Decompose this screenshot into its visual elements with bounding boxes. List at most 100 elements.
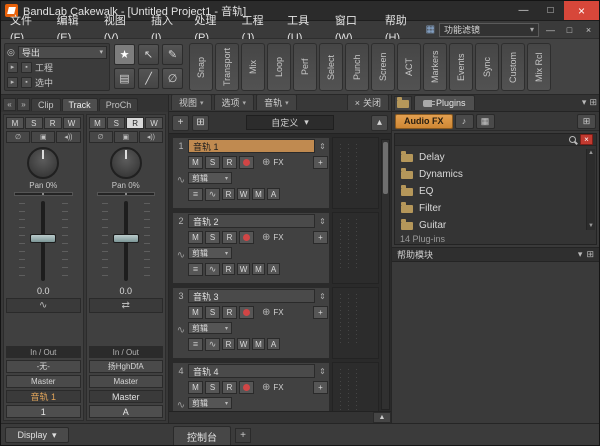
output-selector[interactable]: Master bbox=[6, 375, 81, 388]
preset-dropdown[interactable]: 自定义▾ bbox=[246, 115, 334, 130]
plugin-folder[interactable]: Filter bbox=[401, 200, 584, 217]
output-selector[interactable]: Master bbox=[89, 375, 164, 388]
module-select[interactable]: Select bbox=[319, 43, 343, 91]
pan-knob[interactable] bbox=[110, 147, 142, 179]
export-project-icon[interactable]: ▸ bbox=[7, 62, 18, 73]
fx-rack[interactable]: ⊕FX bbox=[262, 232, 284, 243]
split-tool-icon[interactable]: ╱ bbox=[138, 68, 159, 89]
envelope-icon[interactable]: ∿ bbox=[205, 338, 220, 351]
automation-m-button[interactable]: M bbox=[252, 338, 265, 350]
fx-rack[interactable]: ⊕FX bbox=[262, 307, 284, 318]
input-gain-icon[interactable]: ≡ bbox=[188, 188, 203, 201]
tab-track[interactable]: Track bbox=[62, 98, 98, 111]
mute-button[interactable]: M bbox=[188, 306, 203, 319]
solo-button[interactable]: S bbox=[107, 117, 125, 129]
mute-button[interactable]: M bbox=[188, 156, 203, 169]
automation-m-button[interactable]: M bbox=[252, 263, 265, 275]
arm-button[interactable]: R bbox=[222, 306, 237, 319]
arm-button[interactable]: R bbox=[222, 156, 237, 169]
module-events[interactable]: Events bbox=[449, 43, 473, 91]
automation-write-button[interactable]: W bbox=[237, 188, 250, 200]
search-icon[interactable] bbox=[569, 136, 576, 143]
phase-icon[interactable]: ∅ bbox=[6, 131, 30, 143]
clip-dropdown[interactable]: 剪辑▾ bbox=[188, 397, 232, 409]
add-fx-button[interactable]: + bbox=[313, 156, 328, 169]
restore-icon[interactable]: □ bbox=[537, 1, 564, 20]
arm-button[interactable]: R bbox=[222, 381, 237, 394]
automation-write-button[interactable]: W bbox=[237, 338, 250, 350]
add-view-tab-button[interactable]: + bbox=[235, 428, 251, 443]
module-loop[interactable]: Loop bbox=[267, 43, 291, 91]
interleave-icon[interactable]: ▣ bbox=[114, 131, 138, 143]
solo-button[interactable]: S bbox=[205, 306, 220, 319]
help-expand-icon[interactable]: ⊞ bbox=[586, 249, 594, 260]
track-name[interactable]: 音轨 1 bbox=[188, 139, 315, 153]
add-fx-button[interactable]: + bbox=[313, 381, 328, 394]
tree-scrollbar[interactable]: ▲ ▼ bbox=[586, 149, 595, 230]
export-selection-icon[interactable]: ▪ bbox=[21, 77, 32, 88]
input-gain-icon[interactable]: ≡ bbox=[188, 338, 203, 351]
add-track-button[interactable]: + bbox=[172, 115, 189, 131]
expand-track-icon[interactable]: ⇕ bbox=[317, 364, 328, 378]
plugins-tab[interactable]: Plugins bbox=[414, 95, 475, 110]
close-view-button[interactable]: ×关闭 bbox=[347, 94, 389, 110]
fx-rack[interactable]: ⊕FX bbox=[262, 382, 284, 393]
solo-button[interactable]: S bbox=[205, 231, 220, 244]
record-icon[interactable] bbox=[239, 231, 254, 244]
fx-rack[interactable]: ⊕FX bbox=[262, 157, 284, 168]
envelope-icon[interactable]: ∿ bbox=[205, 263, 220, 276]
routing-icon[interactable]: ⇄ bbox=[89, 298, 164, 313]
clip-lane[interactable] bbox=[332, 362, 379, 411]
arm-button[interactable]: R bbox=[126, 117, 144, 129]
instruments-icon[interactable]: ♪ bbox=[455, 114, 474, 129]
dock-options-icon[interactable]: ▾ bbox=[582, 97, 587, 108]
automation-a-button[interactable]: A bbox=[267, 263, 280, 275]
timeline-tool-icon[interactable]: ▤ bbox=[114, 68, 135, 89]
display-button[interactable]: Display ▾ bbox=[5, 427, 69, 443]
add-fx-button[interactable]: + bbox=[313, 231, 328, 244]
plugin-folder[interactable]: Dynamics bbox=[401, 166, 584, 183]
mdi-minimize-icon[interactable]: — bbox=[543, 25, 558, 35]
scroll-up-icon[interactable]: ▲ bbox=[588, 150, 594, 156]
write-button[interactable]: W bbox=[63, 117, 81, 129]
audio-fx-tab[interactable]: Audio FX bbox=[395, 114, 453, 129]
plugin-folder[interactable]: Delay bbox=[401, 149, 584, 166]
module-act[interactable]: ACT bbox=[397, 43, 421, 91]
export-range-icon[interactable]: ▪ bbox=[21, 62, 32, 73]
mute-button[interactable]: M bbox=[188, 381, 203, 394]
input-echo-icon[interactable]: ◂)) bbox=[56, 131, 80, 143]
module-transport[interactable]: Transport bbox=[215, 43, 239, 91]
automation-a-button[interactable]: A bbox=[267, 338, 280, 350]
scrollbar-thumb[interactable] bbox=[383, 142, 388, 194]
module-custom[interactable]: Custom bbox=[501, 43, 525, 91]
clip-dropdown[interactable]: 剪辑▾ bbox=[188, 247, 232, 259]
fader-handle[interactable] bbox=[113, 234, 139, 243]
expand-panel-icon[interactable]: ⊞ bbox=[589, 97, 597, 108]
automation-a-button[interactable]: A bbox=[267, 188, 280, 200]
track-name[interactable]: 音轨 4 bbox=[188, 364, 315, 378]
automation-read-button[interactable]: R bbox=[222, 338, 235, 350]
tab-view[interactable]: 视图▾ bbox=[171, 94, 212, 110]
module-punch[interactable]: Punch bbox=[345, 43, 369, 91]
collapse-left-icon[interactable]: « bbox=[3, 98, 16, 111]
help-options-icon[interactable]: ▾ bbox=[578, 249, 583, 260]
erase-tool-icon[interactable]: ∅ bbox=[162, 68, 183, 89]
console-tab[interactable]: 控制台 bbox=[173, 426, 231, 446]
record-icon[interactable] bbox=[239, 381, 254, 394]
tab-options[interactable]: 选项▾ bbox=[214, 94, 255, 110]
strip-name[interactable]: 音轨 1 bbox=[6, 390, 81, 403]
vertical-scrollbar[interactable] bbox=[381, 139, 390, 410]
clip-dropdown[interactable]: 剪辑▾ bbox=[188, 322, 232, 334]
clip-dropdown[interactable]: 剪辑▾ bbox=[188, 172, 232, 184]
expand-track-icon[interactable]: ⇕ bbox=[317, 289, 328, 303]
phase-icon[interactable]: ∅ bbox=[89, 131, 113, 143]
clip-lane[interactable] bbox=[332, 212, 379, 284]
pan-slider[interactable] bbox=[97, 192, 156, 196]
tab-clip[interactable]: Clip bbox=[31, 98, 61, 111]
solo-button[interactable]: S bbox=[205, 381, 220, 394]
arm-button[interactable]: R bbox=[44, 117, 62, 129]
fader-handle[interactable] bbox=[30, 234, 56, 243]
pan-slider[interactable] bbox=[14, 192, 73, 196]
strip-name[interactable]: Master bbox=[89, 390, 164, 403]
module-mix-recall[interactable]: Mix Rcl bbox=[527, 43, 551, 91]
